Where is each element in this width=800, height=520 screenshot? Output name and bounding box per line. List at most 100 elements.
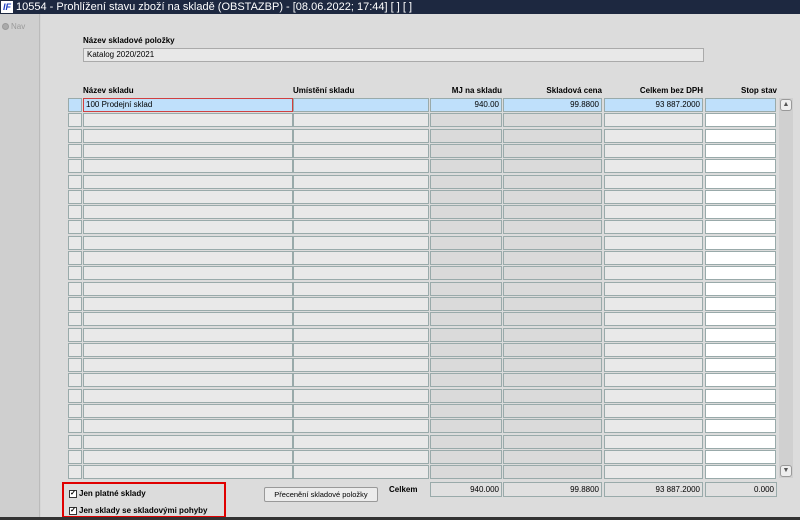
only-valid-warehouses-checkbox[interactable]: ✓ Jen platné sklady [69, 489, 146, 498]
total-cell[interactable] [604, 174, 703, 189]
table-row[interactable] [68, 128, 776, 144]
price-cell[interactable] [503, 342, 602, 357]
stop-cell[interactable] [705, 342, 776, 357]
indicator[interactable] [68, 388, 82, 403]
name-cell[interactable] [83, 449, 293, 464]
qty-cell[interactable] [430, 419, 502, 434]
table-row[interactable] [68, 281, 776, 297]
scroll-up-icon[interactable]: ▲ [780, 99, 792, 111]
name-cell[interactable] [83, 465, 293, 480]
location-cell[interactable] [293, 189, 429, 204]
name-cell[interactable] [83, 205, 293, 220]
table-row[interactable] [68, 404, 776, 419]
qty-cell[interactable] [430, 373, 502, 388]
name-cell[interactable] [83, 266, 293, 281]
name-cell[interactable] [83, 419, 293, 434]
total-cell[interactable] [604, 235, 703, 250]
qty-cell[interactable] [430, 312, 502, 327]
total-cell[interactable] [604, 296, 703, 311]
name-cell[interactable] [83, 251, 293, 265]
price-cell[interactable] [503, 327, 602, 342]
total-cell[interactable] [604, 342, 703, 357]
name-cell[interactable] [83, 296, 293, 311]
qty-cell[interactable] [430, 465, 502, 480]
total-cell[interactable] [604, 189, 703, 204]
name-cell[interactable]: 100 Prodejní sklad [83, 98, 293, 112]
name-cell[interactable] [83, 189, 293, 204]
table-row[interactable] [68, 220, 776, 235]
location-cell[interactable] [293, 143, 429, 158]
qty-cell[interactable] [430, 434, 502, 449]
qty-cell[interactable] [430, 174, 502, 189]
price-cell[interactable] [503, 143, 602, 158]
location-cell[interactable] [293, 281, 429, 296]
price-cell[interactable] [503, 251, 602, 265]
name-cell[interactable] [83, 404, 293, 418]
table-row[interactable]: 100 Prodejní sklad 940.00 99.8800 93 887.20… [68, 98, 776, 113]
table-row[interactable] [68, 113, 776, 128]
total-cell[interactable] [604, 449, 703, 464]
stop-cell[interactable] [705, 189, 776, 204]
stop-cell[interactable] [705, 419, 776, 434]
price-cell[interactable] [503, 404, 602, 418]
location-cell[interactable] [293, 235, 429, 250]
indicator[interactable] [68, 373, 82, 388]
name-cell[interactable] [83, 174, 293, 189]
scroll-down-icon[interactable]: ▼ [780, 465, 792, 477]
location-cell[interactable] [293, 205, 429, 220]
stop-cell[interactable] [705, 449, 776, 464]
indicator[interactable] [68, 128, 82, 143]
price-cell[interactable] [503, 266, 602, 281]
stop-cell[interactable] [705, 327, 776, 342]
table-row[interactable] [68, 312, 776, 327]
price-cell[interactable] [503, 312, 602, 327]
table-row[interactable] [68, 251, 776, 266]
indicator[interactable] [68, 98, 82, 112]
stop-cell[interactable] [705, 235, 776, 250]
stop-cell[interactable] [705, 281, 776, 296]
indicator[interactable] [68, 419, 82, 434]
total-cell[interactable] [604, 143, 703, 158]
total-cell[interactable] [604, 312, 703, 327]
table-row[interactable] [68, 174, 776, 190]
indicator[interactable] [68, 189, 82, 204]
indicator[interactable] [68, 296, 82, 311]
indicator[interactable] [68, 113, 82, 128]
stop-cell[interactable] [705, 404, 776, 418]
table-row[interactable] [68, 465, 776, 480]
stop-cell[interactable] [705, 251, 776, 265]
price-cell[interactable] [503, 205, 602, 220]
stop-cell[interactable] [705, 358, 776, 373]
location-cell[interactable] [293, 373, 429, 388]
name-cell[interactable] [83, 220, 293, 235]
total-cell[interactable] [604, 434, 703, 449]
name-cell[interactable] [83, 281, 293, 296]
qty-cell[interactable] [430, 388, 502, 403]
stop-cell[interactable] [705, 296, 776, 311]
location-cell[interactable] [293, 449, 429, 464]
location-cell[interactable] [293, 113, 429, 128]
table-row[interactable] [68, 159, 776, 174]
indicator[interactable] [68, 220, 82, 235]
table-row[interactable] [68, 358, 776, 373]
name-cell[interactable] [83, 434, 293, 449]
price-cell[interactable] [503, 128, 602, 143]
stop-cell[interactable] [705, 312, 776, 327]
table-row[interactable] [68, 327, 776, 343]
nav-button[interactable]: Nav [2, 22, 25, 31]
location-cell[interactable] [293, 296, 429, 311]
qty-cell[interactable] [430, 296, 502, 311]
name-cell[interactable] [83, 358, 293, 373]
location-cell[interactable] [293, 404, 429, 418]
indicator[interactable] [68, 143, 82, 158]
indicator[interactable] [68, 235, 82, 250]
price-cell[interactable] [503, 388, 602, 403]
indicator[interactable] [68, 174, 82, 189]
location-cell[interactable] [293, 327, 429, 342]
indicator[interactable] [68, 159, 82, 174]
qty-cell[interactable] [430, 281, 502, 296]
stop-cell[interactable] [705, 143, 776, 158]
price-cell[interactable] [503, 465, 602, 480]
price-cell[interactable] [503, 296, 602, 311]
total-cell[interactable] [604, 419, 703, 434]
